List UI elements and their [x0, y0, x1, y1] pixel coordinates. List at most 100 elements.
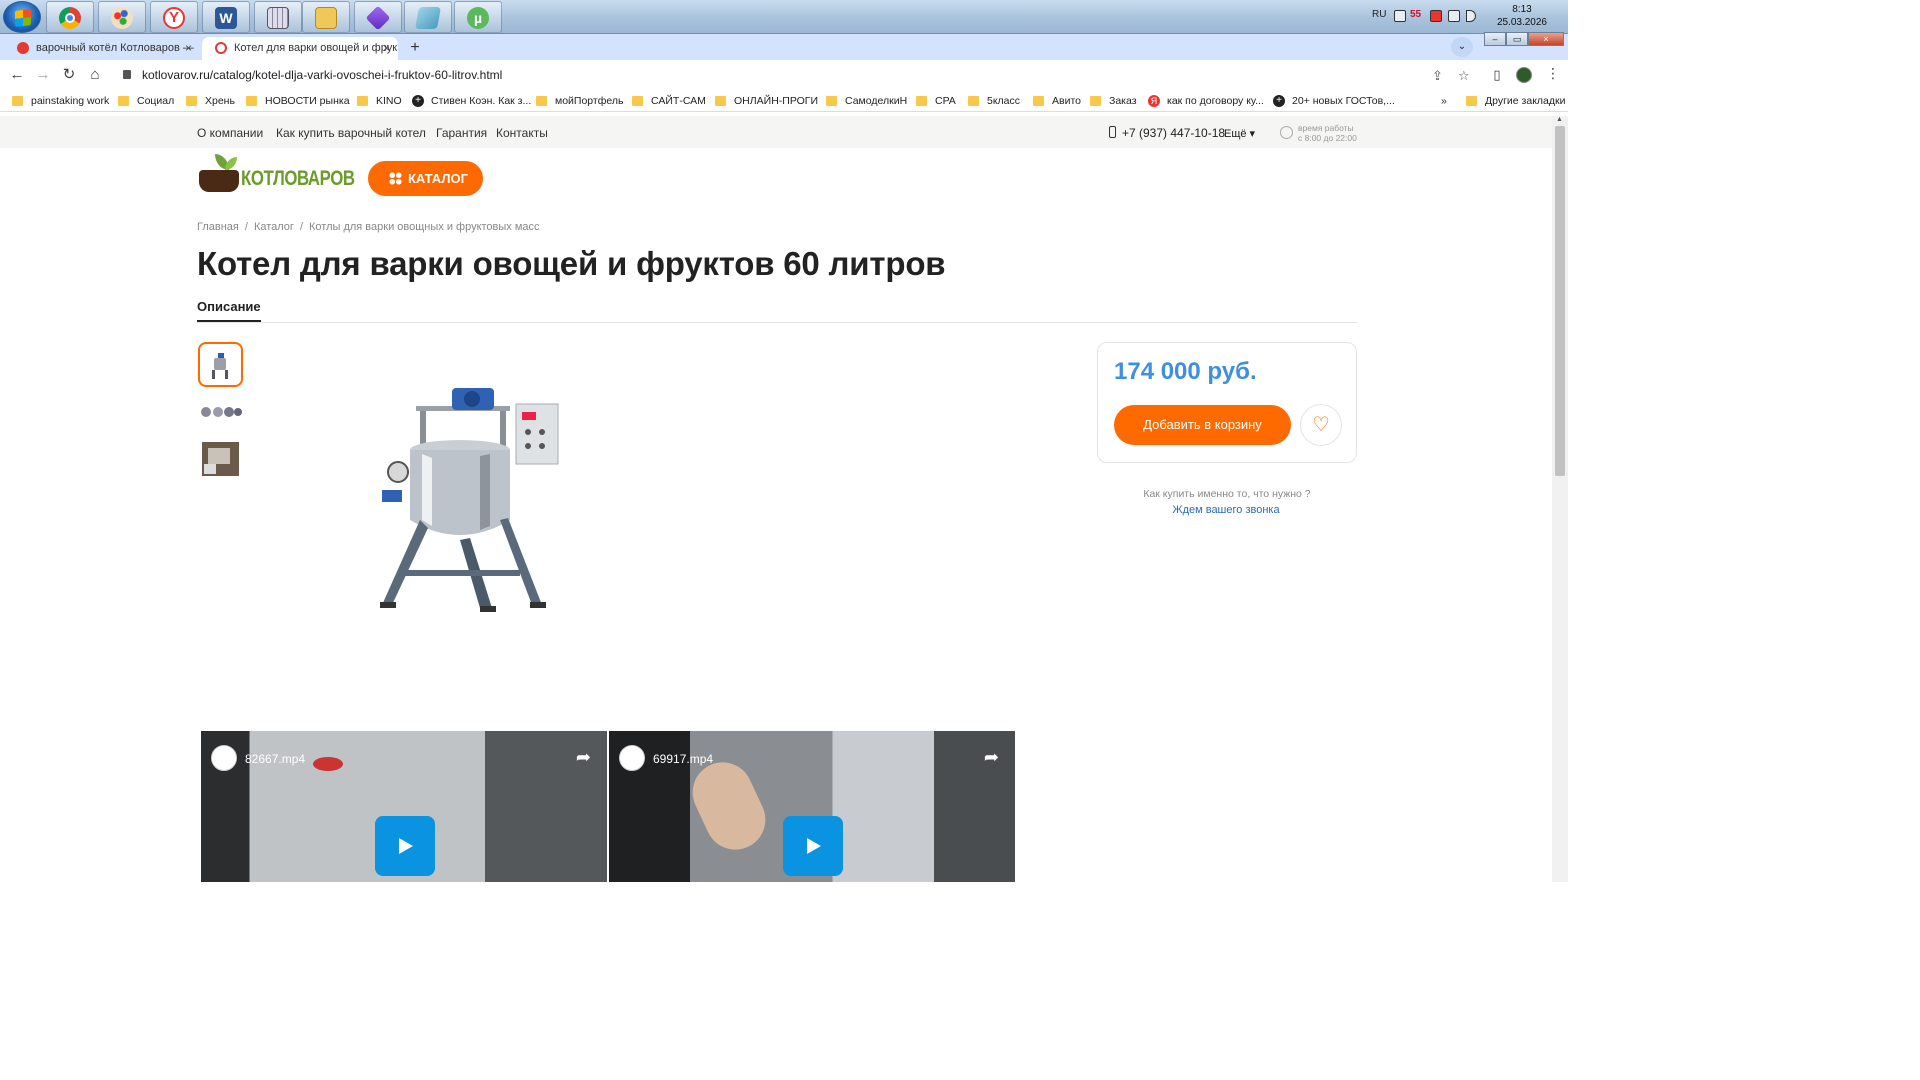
bookmark-item[interactable]: СамоделкиН [826, 94, 907, 110]
phone-number[interactable]: +7 (937) 447-10-18 [1122, 126, 1225, 140]
bookmark-item[interactable]: 5класс [968, 94, 1020, 110]
gallery-thumbnail[interactable] [198, 389, 243, 434]
nav-how-to-buy[interactable]: Как купить варочный котел [276, 126, 426, 140]
utorrent-taskbar-button[interactable]: µ [454, 1, 502, 33]
chrome-taskbar-button[interactable] [46, 1, 94, 33]
bookmark-item[interactable]: CPA [916, 94, 956, 110]
steam-kettle-picture [380, 388, 559, 612]
bookmark-item[interactable]: Авито [1033, 94, 1081, 110]
tray-badge[interactable]: 55 [1410, 9, 1421, 20]
nav-about[interactable]: О компании [197, 126, 263, 140]
bookmark-label: мойПортфель [555, 95, 624, 107]
language-indicator[interactable]: RU [1372, 9, 1386, 20]
nav-warranty[interactable]: Гарантия [436, 126, 487, 140]
product-image[interactable] [360, 380, 585, 616]
bookmark-label: Хрень [205, 95, 235, 107]
home-icon[interactable]: ⌂ [86, 66, 104, 84]
clock-date: 25.03.2026 [1496, 17, 1547, 28]
chrome-icon [59, 7, 81, 29]
tab-search-results[interactable]: варочный котёл Котловаров — × [4, 37, 200, 60]
network-icon[interactable] [1448, 10, 1460, 22]
utorrent-icon: µ [467, 7, 489, 29]
start-button[interactable] [3, 1, 41, 33]
more-bookmarks-chevron-icon[interactable]: » [1422, 94, 1447, 110]
tab-search-chevron-icon[interactable]: ⌄ [1451, 37, 1473, 57]
page-scrollbar[interactable]: ▲ [1552, 116, 1568, 882]
forward-arrow-icon[interactable]: → [34, 66, 52, 84]
bookmark-item[interactable]: Другие закладки [1466, 94, 1565, 110]
video-card[interactable]: 69917.mp4 ➦ [609, 731, 1015, 882]
chrome-menu-icon[interactable]: ⋮ [1546, 65, 1560, 82]
breadcrumb-category[interactable]: Котлы для варки овощных и фруктовых масс [309, 221, 540, 233]
bookmark-item[interactable]: НОВОСТИ рынка [246, 94, 350, 110]
add-to-cart-button[interactable]: Добавить в корзину [1114, 405, 1291, 445]
notes-taskbar-button[interactable] [404, 1, 452, 33]
site-logo[interactable]: КОТЛОВАРОВ [197, 152, 355, 198]
back-arrow-icon[interactable]: ← [8, 66, 26, 84]
play-icon[interactable] [783, 816, 843, 876]
maximize-window-button[interactable]: ▭ [1506, 32, 1528, 46]
bookmark-label: CPA [935, 95, 956, 107]
new-tab-plus-icon[interactable]: + [405, 38, 425, 58]
volume-icon[interactable] [1466, 10, 1476, 22]
breadcrumb-home[interactable]: Главная [197, 221, 239, 233]
bookmark-item[interactable]: Хрень [186, 94, 235, 110]
logo-leaf-icon [225, 157, 237, 170]
url-text[interactable]: kotlovarov.ru/catalog/kotel-dlja-varki-o… [142, 68, 502, 82]
folder-icon [1033, 96, 1044, 106]
tab-description[interactable]: Описание [197, 299, 261, 322]
bookmark-label: Заказ [1109, 95, 1137, 107]
yandex-browser-taskbar-button[interactable]: Y [150, 1, 198, 33]
bookmark-label: Авито [1052, 95, 1081, 107]
obsidian-taskbar-button[interactable] [354, 1, 402, 33]
bookmark-item[interactable]: + Стивен Коэн. Как з... [412, 94, 531, 110]
share-arrow-icon[interactable]: ➦ [984, 747, 999, 768]
explorer-taskbar-button[interactable] [302, 1, 350, 33]
scroll-thumb[interactable] [1555, 126, 1565, 476]
bookmark-item[interactable]: KINO [357, 94, 402, 110]
word-taskbar-button[interactable]: W [202, 1, 250, 33]
nav-contacts[interactable]: Контакты [496, 126, 548, 140]
profile-avatar[interactable] [1516, 67, 1532, 83]
gallery-thumbnail[interactable] [198, 436, 243, 481]
gallery-thumbnail[interactable] [198, 342, 243, 387]
bookmark-item[interactable]: ОНЛАЙН-ПРОГИ [715, 94, 818, 110]
favorite-heart-icon[interactable]: ♡ [1300, 404, 1342, 446]
play-icon[interactable] [375, 816, 435, 876]
keyboard-icon[interactable] [1394, 10, 1406, 22]
close-window-button[interactable]: × [1528, 32, 1564, 46]
address-bar[interactable]: kotlovarov.ru/catalog/kotel-dlja-varki-o… [115, 64, 1480, 87]
callback-link[interactable]: Ждем вашего звонка [1097, 504, 1355, 516]
video-card[interactable]: 82667.mp4 ➦ [201, 731, 607, 882]
bookmark-item[interactable]: САЙТ-САМ [632, 94, 706, 110]
lock-icon[interactable] [123, 70, 131, 79]
paint-taskbar-button[interactable] [98, 1, 146, 33]
reload-icon[interactable]: ↻ [60, 66, 78, 84]
bookmark-item[interactable]: Заказ [1090, 94, 1137, 110]
bookmark-label: САЙТ-САМ [651, 95, 706, 107]
bookmark-item[interactable]: Якак по договору ку... [1148, 94, 1264, 110]
scroll-up-arrow-icon[interactable]: ▲ [1556, 116, 1563, 123]
bookmark-item[interactable]: мойПортфель [536, 94, 623, 110]
catalog-button[interactable]: КАТАЛОГ [368, 161, 483, 196]
calculator-taskbar-button[interactable] [254, 1, 302, 33]
breadcrumb-catalog[interactable]: Каталог [254, 221, 294, 233]
bookmark-label: НОВОСТИ рынка [265, 95, 350, 107]
bookmark-star-icon[interactable]: ☆ [1458, 68, 1470, 84]
more-dropdown[interactable]: Ещё ▾ [1224, 127, 1255, 140]
bookmark-item[interactable]: +20+ новых ГОСТов,... [1273, 94, 1395, 110]
work-hours: время работы с 8:00 до 22:00 [1298, 123, 1357, 143]
bookmark-item[interactable]: painstaking work [12, 94, 109, 110]
side-panel-icon[interactable]: ▯ [1488, 66, 1506, 84]
flag-icon[interactable] [1430, 10, 1442, 22]
tab-product-page[interactable]: Котел для варки овощей и фрук × [202, 37, 398, 60]
minimize-window-button[interactable]: – [1484, 32, 1506, 46]
logo-pot-icon [199, 170, 239, 192]
bookmark-item[interactable]: Социал [118, 94, 174, 110]
share-arrow-icon[interactable]: ➦ [576, 747, 591, 768]
close-tab-icon[interactable]: × [383, 37, 390, 59]
system-tray: RU 55 8:13 25.03.2026 [1338, 0, 1568, 34]
clock[interactable]: 8:13 25.03.2026 [1497, 3, 1547, 29]
close-tab-icon[interactable]: × [185, 37, 192, 59]
share-icon[interactable]: ⇪ [1432, 68, 1443, 84]
